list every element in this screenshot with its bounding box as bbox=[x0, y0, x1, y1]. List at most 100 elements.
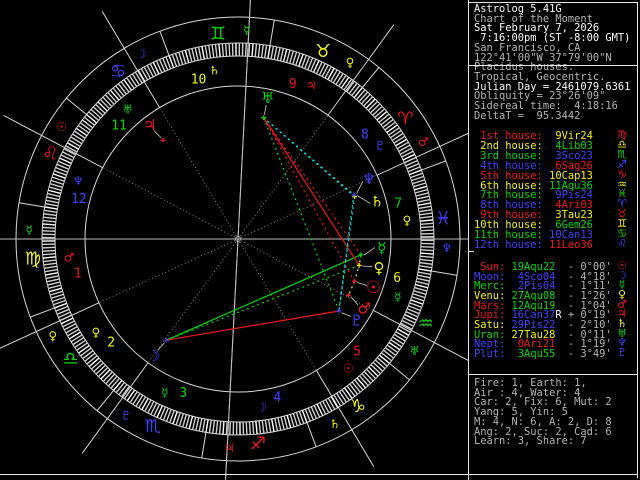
sidebar-rule-1 bbox=[469, 65, 637, 66]
sign-ruler-glyph: ☿ bbox=[25, 223, 32, 237]
planet-pointer-line bbox=[362, 265, 373, 267]
house-cusp-dotted bbox=[103, 167, 239, 240]
sign-boundary bbox=[269, 19, 275, 46]
house-row: 12th house: 11Leo36 bbox=[474, 238, 593, 251]
sign-ruler-glyph: ♃ bbox=[224, 441, 235, 455]
house-ruler-glyph: ♇ bbox=[375, 139, 386, 153]
sign-glyph-leo: ♌ bbox=[42, 143, 58, 164]
sign-boundary bbox=[389, 363, 410, 381]
house-number: 4 bbox=[274, 391, 282, 406]
house-ruler-glyph: ☽ bbox=[256, 400, 267, 414]
sign-glyph-sagittarius: ♐ bbox=[250, 434, 266, 455]
house-ruler-glyph: ☿ bbox=[161, 385, 168, 399]
sign-boundary bbox=[96, 390, 114, 411]
sign-ruler-glyph: ♀ bbox=[48, 329, 57, 343]
sign-glyph-scorpio: ♏ bbox=[145, 416, 161, 437]
sign-boundary bbox=[362, 67, 380, 88]
sign-boundary bbox=[306, 422, 317, 447]
planet-glyph-pluto: ♇ bbox=[350, 311, 363, 329]
house-cusp-dotted bbox=[237, 115, 328, 240]
planet-glyph-mercury: ☿ bbox=[377, 239, 386, 257]
astrolog-window: 1 ♂ 2 ♀ 3 ☿ 4 ☽ 5 ☉ 6 ☿ 7 ♀ 8 ♇ 9 ♃ 10 ♄ 11 ♅ 12 ♆ ♈ ♂ ♉ ♀ ♊ ☿ ♋ ☽ ♌ ☉ ♍ ☿ ♎… bbox=[0, 0, 640, 480]
sign-ruler-glyph: ♅ bbox=[409, 344, 420, 358]
house-ruler-glyph: ☿ bbox=[394, 290, 401, 304]
planet-glyph-moon: ☽ bbox=[147, 347, 160, 365]
sign-glyph-virgo: ♍ bbox=[25, 249, 41, 270]
sign-glyph-pisces: ♓ bbox=[435, 208, 451, 229]
natal-wheel-chart: 1♂2♀3☿ 4☽5☉6☿7♀8♇9 ♃10♄11♅12♆♈♂♉♀♊ ☿♋☽♌☉♍☿♎… bbox=[0, 0, 468, 480]
sign-boundary bbox=[30, 307, 55, 318]
sign-ruler-glyph: ☿ bbox=[243, 23, 250, 37]
house-cusp-line bbox=[315, 370, 375, 467]
sign-glyph-libra: ♎ bbox=[62, 348, 78, 369]
stats-line: Learn: 3, Share: 7 bbox=[474, 435, 587, 448]
house-sign-glyph: ♌ bbox=[617, 236, 627, 250]
bottom-border bbox=[0, 474, 638, 475]
house-cusp-dotted bbox=[148, 238, 239, 363]
sign-glyph-capricorn: ♑ bbox=[350, 396, 366, 417]
planet-row: Plut: 3Aqu55 - 3°49' bbox=[474, 347, 612, 360]
aspect-square-line bbox=[166, 310, 340, 341]
house-number: 3 bbox=[179, 386, 187, 401]
sign-ruler-glyph: ☉ bbox=[56, 120, 67, 134]
aspect-trine-line bbox=[263, 117, 340, 312]
planet-pointer-line bbox=[363, 247, 375, 256]
house-number: 7 bbox=[394, 196, 402, 211]
house-ruler-glyph: ♅ bbox=[122, 103, 133, 117]
house-number: 6 bbox=[393, 271, 401, 286]
sidebar-header-line: DeltaT = 95.3442 bbox=[474, 109, 581, 122]
aspect-square-line bbox=[263, 117, 362, 256]
sign-boundary bbox=[431, 270, 458, 276]
house-cusp-line bbox=[101, 11, 161, 108]
planet-table-glyph: ♇ bbox=[617, 345, 627, 359]
house-number: 8 bbox=[361, 128, 369, 143]
sign-glyph-cancer: ♋ bbox=[110, 61, 126, 82]
house-axis-line bbox=[225, 0, 251, 480]
sign-ruler-glyph: ♆ bbox=[441, 241, 452, 255]
sidebar-notch bbox=[468, 251, 474, 252]
aspect-square-line bbox=[263, 117, 356, 282]
house-ruler-glyph: ♂ bbox=[64, 251, 75, 265]
house-ruler-glyph: ♃ bbox=[306, 79, 317, 93]
house-ruler-glyph: ♀ bbox=[403, 213, 412, 227]
sidebar-rule-2 bbox=[469, 374, 637, 375]
sign-ruler-glyph: ♂ bbox=[418, 135, 429, 149]
house-number: 2 bbox=[107, 335, 115, 350]
aspect-square-line bbox=[263, 117, 360, 266]
sign-ruler-glyph: ☽ bbox=[136, 47, 147, 61]
planet-glyph-saturn: ♄ bbox=[370, 193, 383, 211]
sign-ruler-glyph: ♀ bbox=[346, 56, 355, 70]
sign-boundary bbox=[18, 202, 45, 208]
sign-glyph-gemini: ♊ bbox=[210, 23, 226, 44]
house-cusp-dotted bbox=[159, 108, 239, 240]
planet-pointer-line bbox=[357, 195, 371, 204]
house-number: 10 bbox=[191, 72, 207, 87]
aspect-trine-line bbox=[166, 264, 360, 341]
sign-glyph-aquarius: ♒ bbox=[418, 314, 434, 335]
house-number: 5 bbox=[353, 344, 361, 359]
house-ruler-glyph: ☉ bbox=[343, 361, 354, 375]
sign-ruler-glyph: ♄ bbox=[329, 417, 340, 431]
house-number: 11 bbox=[111, 119, 127, 134]
planet-glyph-neptune: ♆ bbox=[362, 170, 375, 188]
sign-boundary bbox=[66, 97, 87, 115]
sign-boundary bbox=[421, 160, 446, 171]
sidebar-separator bbox=[468, 0, 469, 480]
planet-glyph-sun: ☉ bbox=[366, 278, 381, 298]
planet-glyph-jupiter: ♃ bbox=[143, 116, 156, 134]
house-ruler-glyph: ♀ bbox=[92, 325, 101, 339]
house-ruler-glyph: ♄ bbox=[209, 64, 220, 78]
aspect-conjunction-line bbox=[353, 265, 360, 282]
aspect-conjunction-line bbox=[347, 281, 356, 296]
sign-boundary bbox=[201, 432, 207, 459]
house-cusp-dotted bbox=[237, 238, 317, 370]
right-border bbox=[637, 2, 638, 478]
sign-glyph-taurus: ♉ bbox=[315, 41, 331, 62]
house-number: 9 bbox=[289, 77, 297, 92]
house-cusp-dotted bbox=[99, 238, 239, 303]
sign-glyph-aries: ♈ bbox=[397, 109, 413, 130]
sign-boundary bbox=[159, 31, 170, 56]
sidebar-top-border bbox=[468, 2, 638, 3]
planet-glyph-venus: ♀ bbox=[374, 259, 385, 277]
planet-glyph-uranus: ♅ bbox=[261, 89, 274, 107]
